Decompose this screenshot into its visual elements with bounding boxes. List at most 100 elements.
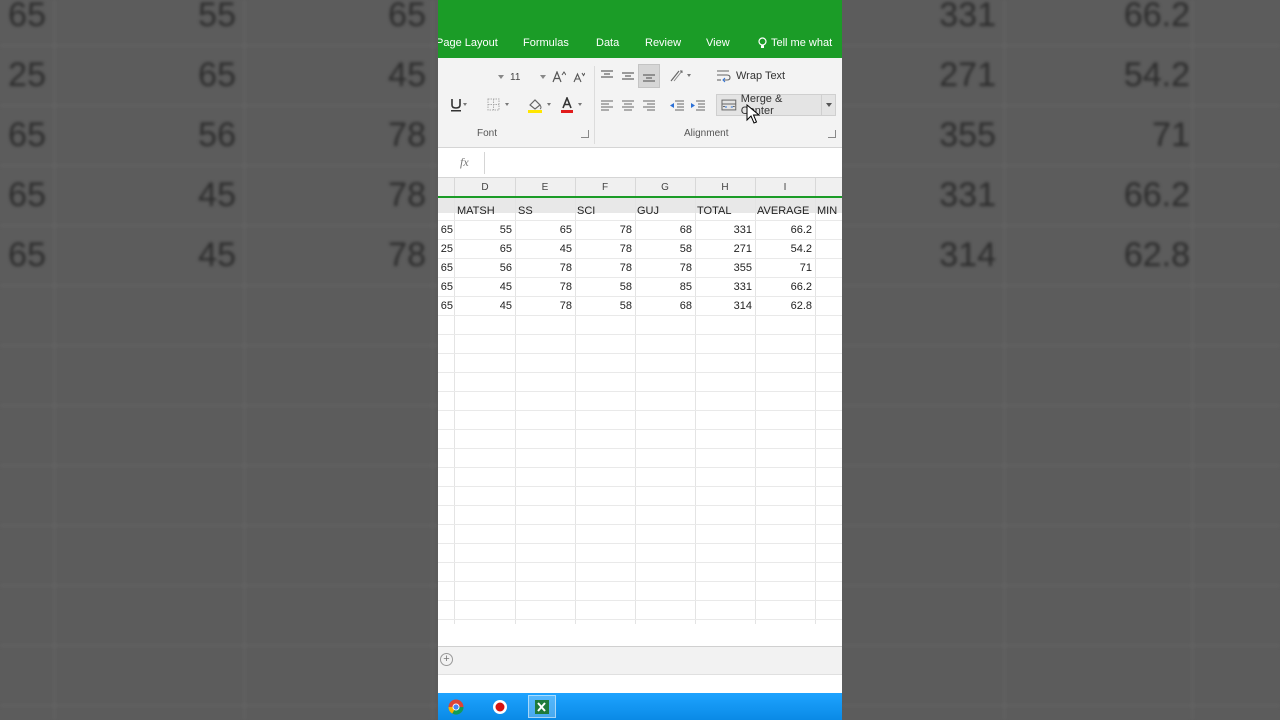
table-cell[interactable]: 68 [636, 221, 692, 240]
sheet-tab-bar: + [438, 646, 842, 674]
table-cell[interactable]: 78 [576, 221, 632, 240]
excel-icon[interactable] [528, 695, 556, 718]
header-min[interactable]: MIN [817, 202, 837, 221]
orientation-button[interactable] [668, 66, 696, 86]
align-left-button[interactable] [597, 95, 617, 115]
column-header-d[interactable]: D [455, 182, 515, 193]
tell-me-box[interactable]: Tell me what [758, 37, 832, 49]
lightbulb-icon [758, 37, 767, 48]
align-center-icon [622, 100, 634, 111]
header-ss[interactable]: SS [518, 202, 533, 221]
chevron-down-icon [540, 75, 546, 79]
table-cell[interactable]: 331 [696, 221, 752, 240]
table-cell[interactable]: 58 [576, 297, 632, 316]
worksheet-grid[interactable]: MATSH SS SCI GUJ TOTAL AVERAGE MIN 65 55 6… [438, 198, 842, 624]
increase-indent-button[interactable] [688, 95, 708, 115]
tab-formulas[interactable]: Formulas [523, 37, 569, 49]
grow-font-button[interactable] [552, 68, 566, 86]
table-cell[interactable]: 65 [516, 221, 572, 240]
table-cell[interactable]: 65 [438, 278, 453, 297]
table-cell[interactable]: 68 [636, 297, 692, 316]
underline-button[interactable] [448, 94, 470, 116]
table-cell[interactable]: 355 [696, 259, 752, 278]
column-header-i[interactable]: I [755, 182, 815, 193]
add-sheet-icon[interactable]: + [440, 653, 453, 666]
table-cell[interactable]: 66.2 [756, 221, 812, 240]
merge-center-button[interactable]: Merge & Center [716, 93, 836, 117]
font-dialog-launcher[interactable] [581, 130, 589, 138]
table-cell[interactable]: 78 [576, 240, 632, 259]
header-guj[interactable]: GUJ [637, 202, 659, 221]
table-cell[interactable]: 71 [756, 259, 812, 278]
table-cell[interactable]: 65 [456, 240, 512, 259]
borders-button[interactable] [484, 94, 512, 116]
grid-line [815, 198, 816, 624]
tab-data[interactable]: Data [596, 37, 619, 49]
table-cell[interactable]: 58 [576, 278, 632, 297]
table-cell[interactable]: 78 [576, 259, 632, 278]
column-header-g[interactable]: G [635, 182, 695, 193]
table-cell[interactable]: 271 [696, 240, 752, 259]
align-left-icon [601, 100, 613, 111]
table-cell[interactable]: 45 [456, 297, 512, 316]
chrome-icon[interactable] [442, 695, 470, 718]
table-cell[interactable]: 65 [438, 221, 453, 240]
grow-font-icon [552, 71, 566, 83]
table-cell[interactable]: 25 [438, 240, 453, 259]
table-cell[interactable]: 78 [636, 259, 692, 278]
grid-line [438, 524, 842, 525]
table-cell[interactable]: 65 [438, 259, 453, 278]
tab-review[interactable]: Review [645, 37, 681, 49]
bg-grid-row [842, 286, 1280, 346]
bg-grid-row [0, 346, 438, 406]
decrease-indent-button[interactable] [667, 95, 687, 115]
table-cell[interactable]: 45 [516, 240, 572, 259]
table-cell[interactable]: 62.8 [756, 297, 812, 316]
merge-center-dropdown[interactable] [821, 95, 835, 115]
table-cell[interactable]: 58 [636, 240, 692, 259]
header-matsh[interactable]: MATSH [457, 202, 495, 221]
column-header-e[interactable]: E [515, 182, 575, 193]
column-header-f[interactable]: F [575, 182, 635, 193]
bottom-align-button[interactable] [638, 64, 660, 88]
windows-taskbar [438, 693, 842, 720]
table-cell[interactable]: 78 [516, 278, 572, 297]
table-cell[interactable]: 331 [696, 278, 752, 297]
insert-function-icon[interactable]: fx [460, 155, 469, 170]
table-cell[interactable]: 54.2 [756, 240, 812, 259]
tab-page-layout[interactable]: Page Layout [438, 37, 498, 49]
increase-indent-icon [691, 100, 705, 111]
excel-window: Page Layout Formulas Data Review View Te… [438, 0, 842, 720]
formula-input[interactable] [484, 152, 842, 174]
table-cell[interactable]: 85 [636, 278, 692, 297]
header-sci[interactable]: SCI [577, 202, 595, 221]
header-total[interactable]: TOTAL [697, 202, 731, 221]
table-cell[interactable]: 45 [456, 278, 512, 297]
table-cell[interactable]: 65 [438, 297, 453, 316]
header-average[interactable]: AVERAGE [757, 202, 809, 221]
font-size-dropdown[interactable]: 11 [508, 68, 548, 86]
fill-color-button[interactable] [526, 94, 554, 116]
align-center-button[interactable] [618, 95, 638, 115]
shrink-font-button[interactable] [572, 68, 586, 86]
blurred-cell: 55 [198, 0, 236, 34]
table-cell[interactable]: 56 [456, 259, 512, 278]
middle-align-button[interactable] [619, 66, 637, 86]
table-cell[interactable]: 314 [696, 297, 752, 316]
font-name-dropdown[interactable] [438, 68, 504, 86]
group-separator [594, 66, 595, 144]
grid-line [438, 600, 842, 601]
column-header-h[interactable]: H [695, 182, 755, 193]
record-icon[interactable] [486, 695, 514, 718]
table-cell[interactable]: 55 [456, 221, 512, 240]
align-right-button[interactable] [639, 95, 659, 115]
table-cell[interactable]: 78 [516, 259, 572, 278]
alignment-dialog-launcher[interactable] [828, 130, 836, 138]
blurred-cell: 54.2 [1123, 56, 1190, 94]
table-cell[interactable]: 66.2 [756, 278, 812, 297]
table-cell[interactable]: 78 [516, 297, 572, 316]
wrap-text-button[interactable]: Wrap Text [716, 66, 785, 86]
font-color-button[interactable] [558, 94, 586, 116]
top-align-button[interactable] [598, 66, 616, 86]
tab-view[interactable]: View [706, 37, 730, 49]
